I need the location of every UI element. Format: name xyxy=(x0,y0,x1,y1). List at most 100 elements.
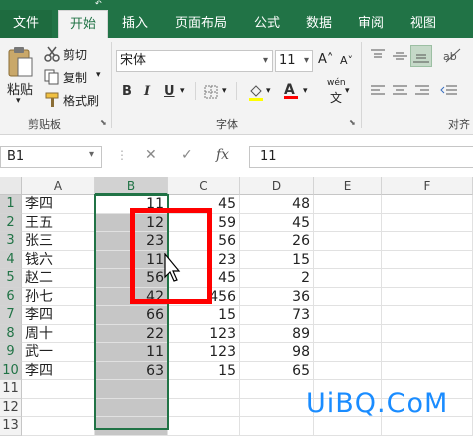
cell-f2[interactable] xyxy=(382,213,473,232)
name-box[interactable]: B1 xyxy=(0,146,102,168)
cell-f4[interactable] xyxy=(382,250,473,269)
cut-icon[interactable] xyxy=(44,46,60,65)
cell-f8[interactable] xyxy=(382,324,473,343)
font-color-dropdown-icon[interactable]: ▾ xyxy=(303,86,308,96)
cell-a10[interactable]: 李四 xyxy=(22,361,95,380)
underline-dropdown-icon[interactable]: ▾ xyxy=(180,86,185,96)
cell-a8[interactable]: 周十 xyxy=(22,324,95,343)
cell-f13[interactable] xyxy=(382,417,473,436)
font-launcher-icon[interactable]: ⬊ xyxy=(349,118,356,127)
cell-d2[interactable]: 45 xyxy=(240,213,314,232)
column-header-d[interactable]: D xyxy=(240,177,314,195)
fill-dropdown-icon[interactable]: ▾ xyxy=(266,86,271,96)
cell-d3[interactable]: 26 xyxy=(240,232,314,251)
row-header[interactable]: 11 xyxy=(0,380,22,399)
cell-a1[interactable]: 李四 xyxy=(22,195,95,214)
cell-a2[interactable]: 王五 xyxy=(22,213,95,232)
tab-data[interactable]: 数据 xyxy=(296,10,342,38)
column-header-e[interactable]: E xyxy=(314,177,382,195)
cell-a5[interactable]: 赵二 xyxy=(22,269,95,288)
cell-a6[interactable]: 孙七 xyxy=(22,287,95,306)
font-color-icon[interactable]: A xyxy=(284,82,298,99)
cell-a11[interactable] xyxy=(22,380,95,399)
row-header[interactable]: 13 xyxy=(0,417,22,436)
orientation-icon[interactable]: ab xyxy=(442,46,462,67)
tab-review[interactable]: 审阅 xyxy=(348,10,394,38)
phonetic-guide-button[interactable]: wén xyxy=(327,78,346,88)
row-header[interactable]: 5 xyxy=(0,269,22,288)
select-all-corner[interactable] xyxy=(0,177,22,195)
cut-button[interactable]: 剪切 xyxy=(63,46,87,63)
formula-input[interactable]: 11 xyxy=(249,146,473,168)
format-painter-button[interactable]: 格式刷 xyxy=(63,92,99,109)
font-name-select[interactable]: 宋体 ▾ xyxy=(116,50,273,72)
paste-icon[interactable] xyxy=(8,46,34,81)
cell-a13[interactable] xyxy=(22,417,95,436)
enter-icon[interactable]: ✓ xyxy=(181,147,193,163)
row-header[interactable]: 1 xyxy=(0,195,22,214)
cell-c12[interactable] xyxy=(168,398,240,417)
cell-c10[interactable]: 15 xyxy=(168,361,240,380)
cell-d6[interactable]: 36 xyxy=(240,287,314,306)
cell-d7[interactable]: 73 xyxy=(240,306,314,325)
row-header[interactable]: 12 xyxy=(0,398,22,417)
row-header[interactable]: 2 xyxy=(0,213,22,232)
column-header-f[interactable]: F xyxy=(382,177,473,195)
cell-d1[interactable]: 48 xyxy=(240,195,314,214)
shrink-font-button[interactable]: A˅ xyxy=(340,54,353,67)
fill-color-icon[interactable] xyxy=(248,83,264,104)
cell-d10[interactable]: 65 xyxy=(240,361,314,380)
row-header[interactable]: 9 xyxy=(0,343,22,362)
cell-e6[interactable] xyxy=(314,287,382,306)
row-header[interactable]: 7 xyxy=(0,306,22,325)
undo-icon[interactable]: ↶ xyxy=(95,0,102,9)
cell-e2[interactable] xyxy=(314,213,382,232)
phonetic-icon[interactable]: 文 xyxy=(330,89,342,106)
clipboard-launcher-icon[interactable]: ⬊ xyxy=(100,118,107,127)
decrease-indent-icon[interactable] xyxy=(440,84,458,101)
tab-home[interactable]: 开始 xyxy=(58,10,108,39)
cell-a3[interactable]: 张三 xyxy=(22,232,95,251)
row-header[interactable]: 6 xyxy=(0,287,22,306)
underline-button[interactable]: U xyxy=(164,84,175,99)
insert-function-button[interactable]: fx xyxy=(216,147,229,163)
column-header-c[interactable]: C xyxy=(168,177,240,195)
cell-c11[interactable] xyxy=(168,380,240,399)
cell-e1[interactable] xyxy=(314,195,382,214)
copy-button[interactable]: 复制 xyxy=(63,69,87,86)
cell-c13[interactable] xyxy=(168,417,240,436)
cell-c9[interactable]: 123 xyxy=(168,343,240,362)
cancel-icon[interactable]: ✕ xyxy=(145,147,157,163)
copy-dropdown-icon[interactable]: ▾ xyxy=(96,70,101,80)
bold-button[interactable]: B xyxy=(122,84,132,99)
grow-font-button[interactable]: A˄ xyxy=(318,52,333,67)
cell-f9[interactable] xyxy=(382,343,473,362)
cell-f6[interactable] xyxy=(382,287,473,306)
cell-f5[interactable] xyxy=(382,269,473,288)
cell-f3[interactable] xyxy=(382,232,473,251)
row-header[interactable]: 4 xyxy=(0,250,22,269)
chevron-down-icon[interactable]: ▾ xyxy=(304,51,309,71)
cell-c7[interactable]: 15 xyxy=(168,306,240,325)
border-dropdown-icon[interactable]: ▾ xyxy=(222,86,227,96)
cell-e13[interactable] xyxy=(314,417,382,436)
cell-d4[interactable]: 15 xyxy=(240,250,314,269)
align-left-icon[interactable] xyxy=(370,84,386,101)
italic-button[interactable]: I xyxy=(144,84,150,99)
tab-insert[interactable]: 插入 xyxy=(112,10,158,38)
align-top-icon[interactable] xyxy=(370,48,386,67)
cell-e3[interactable] xyxy=(314,232,382,251)
tab-page-layout[interactable]: 页面布局 xyxy=(164,10,238,38)
cell-a12[interactable] xyxy=(22,398,95,417)
align-center-icon[interactable] xyxy=(392,84,408,101)
tab-file[interactable]: 文件 xyxy=(0,10,52,38)
format-painter-icon[interactable] xyxy=(44,92,60,111)
align-right-icon[interactable] xyxy=(414,84,430,101)
cell-d12[interactable] xyxy=(240,398,314,417)
font-size-select[interactable]: 11 ▾ xyxy=(275,50,313,72)
cell-f1[interactable] xyxy=(382,195,473,214)
row-header[interactable]: 10 xyxy=(0,361,22,380)
phonetic-dropdown-icon[interactable]: ▾ xyxy=(345,86,350,96)
cell-d11[interactable] xyxy=(240,380,314,399)
cell-f7[interactable] xyxy=(382,306,473,325)
